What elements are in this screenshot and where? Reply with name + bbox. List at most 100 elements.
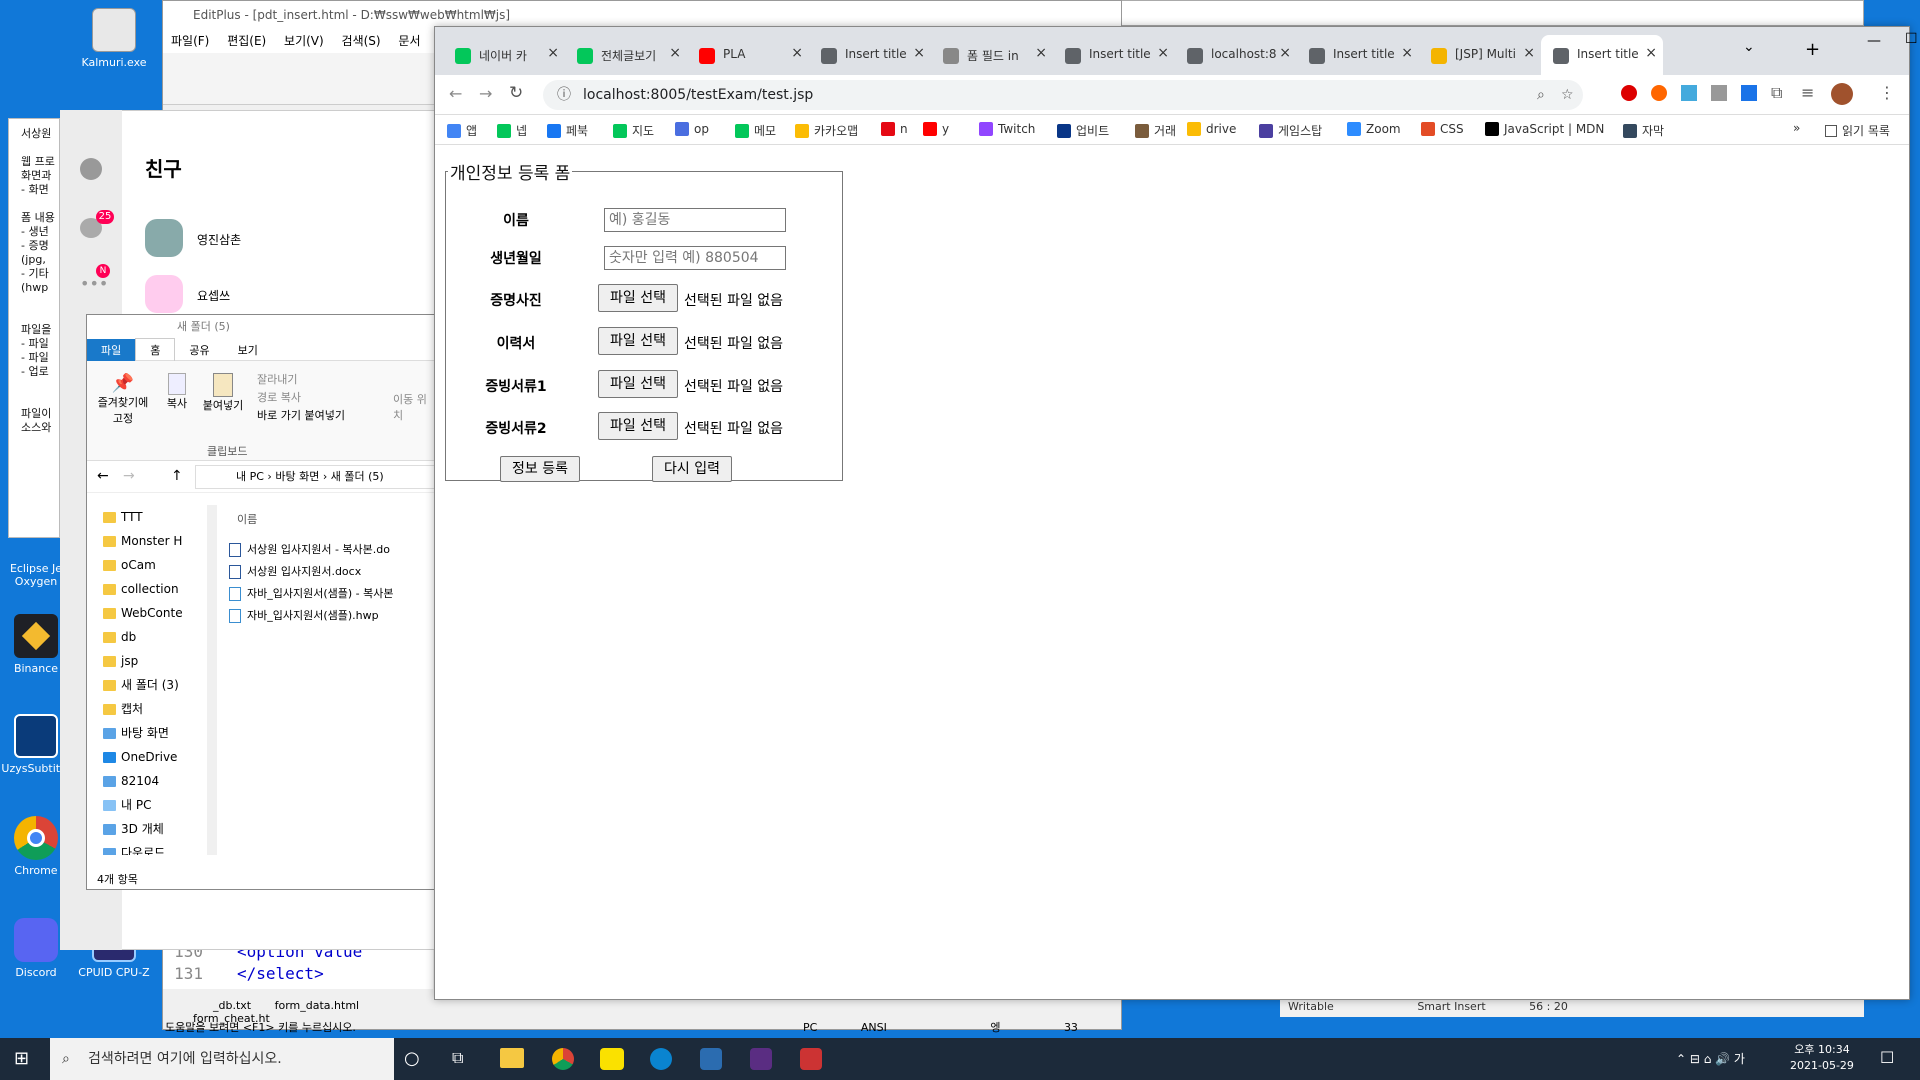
system-tray-icons[interactable]: ⌃ ⊟ ⌂ 🔊 가	[1676, 1050, 1745, 1067]
bookmark-item[interactable]: 지도	[613, 122, 654, 139]
address-bar[interactable]: ⓘ localhost:8005/testExam/test.jsp ⌕ ☆	[543, 80, 1583, 110]
desktop-icon-kalmuri[interactable]: Kalmuri.exe	[76, 8, 152, 69]
bookmark-item[interactable]: JavaScript | MDN	[1485, 122, 1604, 136]
browser-tab[interactable]: [JSP] Multi ×	[1419, 35, 1541, 75]
close-tab-icon[interactable]: ×	[1401, 45, 1413, 61]
tree-item[interactable]: 내 PC	[87, 793, 207, 817]
tree-item[interactable]: 새 폴더 (3)	[87, 673, 207, 697]
paste-button[interactable]: 붙여넣기	[199, 373, 247, 413]
bookmark-item[interactable]: 게임스탑	[1259, 122, 1322, 139]
close-tab-icon[interactable]: ×	[1279, 45, 1291, 61]
tree-item[interactable]: OneDrive	[87, 745, 207, 769]
reading-mode-icon[interactable]: ≡	[1801, 83, 1814, 102]
bookmark-item[interactable]: 거래	[1135, 122, 1176, 139]
friend-name[interactable]: 영진삼촌	[197, 231, 241, 248]
tree-item[interactable]: WebConte	[87, 601, 207, 625]
tree-item[interactable]: collection	[87, 577, 207, 601]
browser-tab[interactable]: 전체글보기 ×	[565, 35, 687, 75]
eclipse-taskbar-icon[interactable]	[750, 1048, 772, 1070]
edge-icon[interactable]	[650, 1048, 672, 1070]
submit-button[interactable]: 정보 등록	[500, 456, 580, 482]
bookmark-item[interactable]: 메모	[735, 122, 776, 139]
birth-input[interactable]: 숫자만 입력 예) 880504	[604, 246, 786, 270]
copy-path-button[interactable]: 경로 복사	[257, 389, 301, 405]
kakaotalk-icon[interactable]	[600, 1048, 624, 1070]
tree-item[interactable]: db	[87, 625, 207, 649]
tab-search-icon[interactable]: ⌄	[1743, 39, 1755, 55]
tree-item[interactable]: 다운로드	[87, 841, 207, 855]
bookmark-star-icon[interactable]: ☆	[1561, 80, 1574, 110]
close-tab-icon[interactable]: ×	[1035, 45, 1047, 61]
bookmark-item[interactable]: 앱	[447, 122, 477, 139]
forward-icon[interactable]: →	[123, 468, 135, 484]
editplus-taskbar-icon[interactable]	[800, 1048, 822, 1070]
notification-icon[interactable]: ☐	[1880, 1048, 1894, 1067]
browser-tab[interactable]: Insert title ×	[1297, 35, 1419, 75]
bookmark-item[interactable]: 자막	[1623, 122, 1664, 139]
close-tab-icon[interactable]: ×	[669, 45, 681, 61]
new-tab-icon[interactable]: +	[1805, 39, 1820, 60]
doc2-file-button[interactable]: 파일 선택	[598, 412, 678, 440]
browser-tab[interactable]: 네이버 카 ×	[443, 35, 565, 75]
resume-file-button[interactable]: 파일 선택	[598, 327, 678, 355]
pin-button[interactable]: 📌 즐겨찾기에 고정	[93, 373, 153, 426]
bookmark-item[interactable]: drive	[1187, 122, 1236, 136]
tab-home[interactable]: 홈	[135, 338, 176, 361]
tree-item[interactable]: oCam	[87, 553, 207, 577]
close-tab-icon[interactable]: ×	[547, 45, 559, 61]
close-tab-icon[interactable]: ×	[791, 45, 803, 61]
bookmark-item[interactable]: y	[923, 122, 949, 136]
maximize-icon[interactable]: ☐	[1905, 31, 1918, 47]
tree-item[interactable]: jsp	[87, 649, 207, 673]
file-item[interactable]: 자바_입사지원서(샘플).hwp	[227, 605, 447, 627]
tree-item[interactable]: 캡처	[87, 697, 207, 721]
copy-button[interactable]: 복사	[161, 373, 193, 411]
extension-icon[interactable]	[1741, 85, 1757, 101]
bookmark-item[interactable]: 업비트	[1057, 122, 1109, 139]
menu-edit[interactable]: 편집(E)	[227, 34, 266, 48]
breadcrumb-item[interactable]: 내 PC	[236, 470, 264, 483]
bookmark-item[interactable]: 카카오맵	[795, 122, 858, 139]
file-tab[interactable]: form_data.html	[275, 999, 359, 1012]
tree-item[interactable]: TTT	[87, 505, 207, 529]
puzzle-icon[interactable]: ⧉	[1771, 83, 1782, 103]
more-bookmarks-icon[interactable]: »	[1793, 121, 1800, 135]
app-icon[interactable]	[700, 1048, 722, 1070]
name-input[interactable]: 예) 홍길동	[604, 208, 786, 232]
menu-search[interactable]: 검색(S)	[342, 34, 381, 48]
tree-item[interactable]: 3D 개체	[87, 817, 207, 841]
menu-view[interactable]: 보기(V)	[284, 34, 324, 48]
tree-item[interactable]: 82104	[87, 769, 207, 793]
browser-tab[interactable]: Insert title ×	[809, 35, 931, 75]
back-icon[interactable]: ←	[97, 468, 109, 484]
file-tab[interactable]: _db.txt	[213, 999, 251, 1012]
doc1-file-button[interactable]: 파일 선택	[598, 370, 678, 398]
move-to-button[interactable]: 이동 위치	[393, 391, 433, 423]
avatar[interactable]	[145, 275, 183, 313]
forward-icon[interactable]: →	[479, 84, 492, 103]
chrome-taskbar-icon[interactable]	[552, 1048, 574, 1070]
friend-name[interactable]: 요셉쓰	[197, 287, 230, 304]
browser-tab[interactable]: 폼 필드 in ×	[931, 35, 1053, 75]
extension-icon[interactable]	[1681, 85, 1697, 101]
browser-tab[interactable]: PLA ×	[687, 35, 809, 75]
tree-item[interactable]: 바탕 화면	[87, 721, 207, 745]
menu-icon[interactable]: ⋮	[1879, 83, 1895, 102]
tab-view[interactable]: 보기	[224, 339, 272, 361]
bookmark-item[interactable]: Zoom	[1347, 122, 1401, 136]
tree-item[interactable]: Monster H	[87, 529, 207, 553]
browser-tab[interactable]: Insert title ×	[1541, 35, 1663, 75]
taskbar-search[interactable]: ⌕ 검색하려면 여기에 입력하십시오.	[50, 1038, 394, 1080]
menu-file[interactable]: 파일(F)	[171, 34, 209, 48]
column-header-name[interactable]: 이름	[237, 511, 257, 527]
reload-icon[interactable]: ↻	[509, 83, 523, 103]
close-tab-icon[interactable]: ×	[1645, 45, 1657, 61]
breadcrumb[interactable]: 내 PC › 바탕 화면 › 새 폴더 (5)	[195, 465, 445, 489]
back-icon[interactable]: ←	[449, 84, 462, 103]
file-item[interactable]: 서상원 입사지원서 - 복사본.do	[227, 539, 447, 561]
browser-tab[interactable]: Insert title ×	[1053, 35, 1175, 75]
avatar[interactable]	[1831, 83, 1853, 105]
tab-share[interactable]: 공유	[175, 339, 223, 361]
bookmark-item[interactable]: CSS	[1421, 122, 1464, 136]
bookmark-item[interactable]: op	[675, 122, 709, 136]
